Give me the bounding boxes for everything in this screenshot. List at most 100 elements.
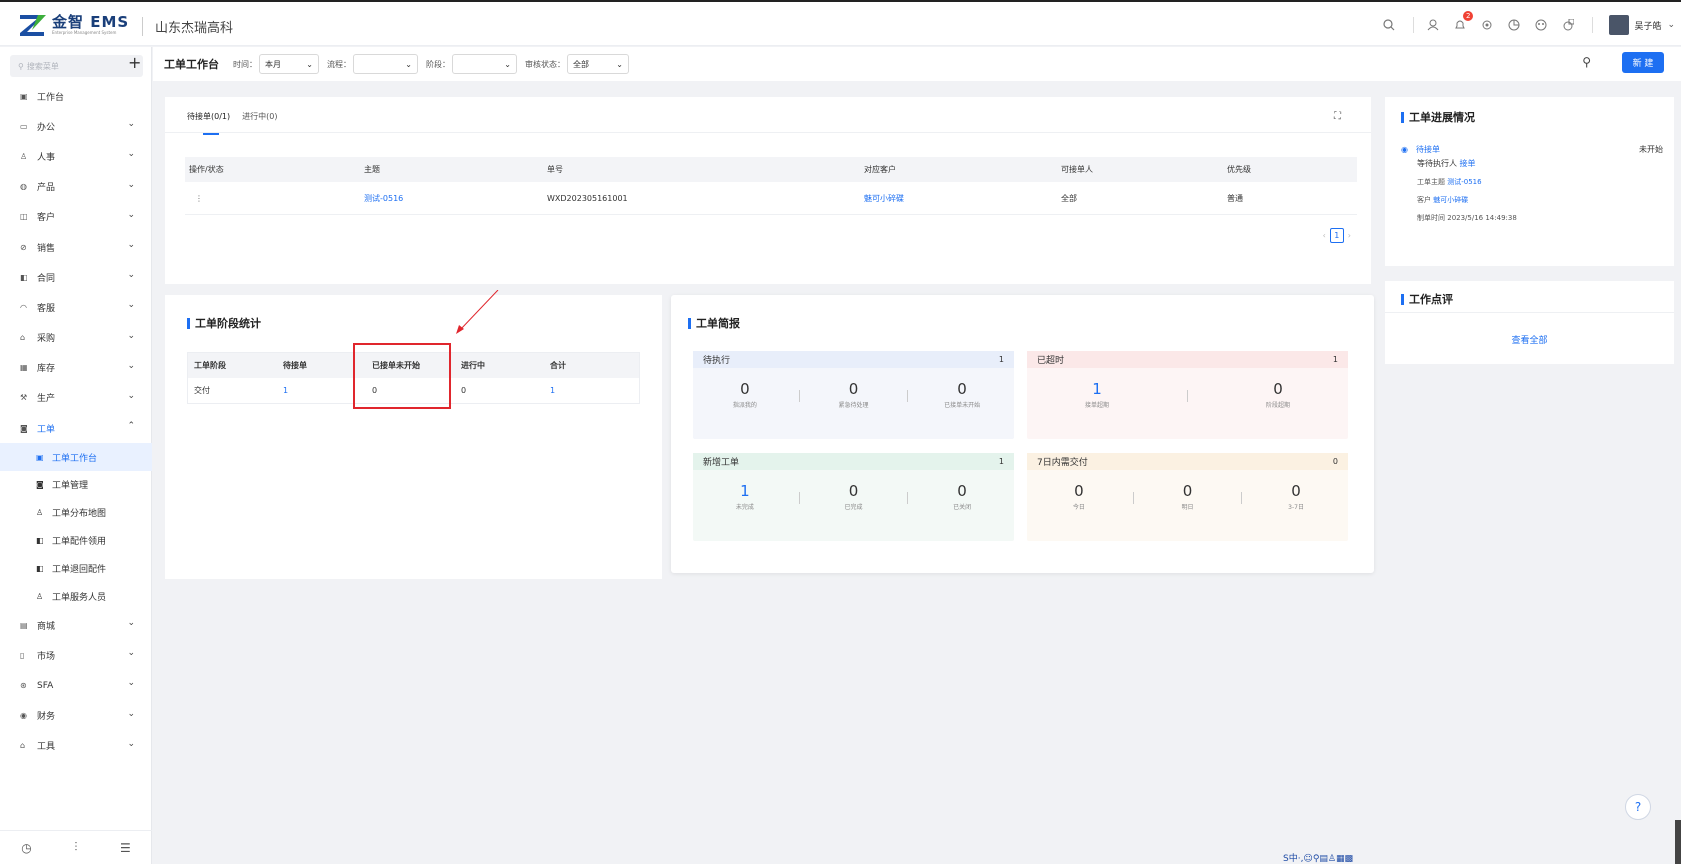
menu-label: 人事 [37, 152, 56, 163]
sidebar-item[interactable]: ◧ 合同 ⌄ [0, 262, 152, 292]
sidebar-item[interactable]: ⊛ SFA ⌄ [0, 670, 152, 700]
brief-kpi[interactable]: 0 阶段超期 [1228, 380, 1328, 409]
next-page-icon[interactable]: › [1348, 231, 1351, 240]
sidebar-item[interactable]: ◍ 产品 ⌄ [0, 172, 152, 202]
page-number[interactable]: 1 [1329, 228, 1344, 243]
created-time: 2023/5/16 14:49:38 [1447, 214, 1517, 222]
contacts-icon[interactable] [1425, 17, 1441, 33]
sidebar-item[interactable]: ◉ 财务 ⌄ [0, 701, 152, 731]
brief-kpi[interactable]: 0 已接单未开始 [912, 380, 1012, 409]
gear-icon[interactable] [1479, 17, 1495, 33]
subject-link[interactable]: 测试-0516 [1447, 178, 1481, 186]
chart-icon[interactable] [1506, 17, 1522, 33]
tab-pending[interactable]: 待接单(0/1) [187, 97, 230, 135]
sidebar-item[interactable]: ⌂ 采购 ⌄ [0, 323, 152, 353]
chevron-down-icon[interactable]: ⌄ [1667, 20, 1675, 30]
view-all-link[interactable]: 查看全部 [1385, 333, 1674, 346]
chevron-down-icon: ⌄ [127, 648, 135, 659]
customer-link[interactable]: 魅可小碎碟 [1433, 196, 1468, 204]
add-icon[interactable]: + [128, 53, 141, 72]
order-subject-link[interactable]: 测试-0516 [364, 193, 547, 204]
brief-kpi[interactable]: 0 3-7日 [1246, 482, 1346, 511]
menu-label: 工单服务人员 [52, 592, 107, 603]
palette-icon[interactable] [1533, 17, 1549, 33]
sidebar-item[interactable]: ◙ 工单 ⌃ [0, 413, 152, 443]
fullscreen-icon[interactable]: ⛶ [1334, 111, 1341, 122]
order-priority: 普通 [1227, 193, 1243, 203]
created-label: 制单时间 [1417, 214, 1445, 222]
brief-kpi[interactable]: 0 今日 [1029, 482, 1129, 511]
annotation-arrow-icon [456, 290, 499, 334]
brief-title: 工单简报 [688, 315, 740, 331]
search-icon[interactable]: ⚲ [1582, 55, 1591, 69]
menu-search-input[interactable]: ⚲ 搜索菜单 [10, 55, 143, 77]
tab-in-progress[interactable]: 进行中(0) [242, 97, 277, 132]
sidebar-item[interactable]: ◠ 客服 ⌄ [0, 292, 152, 322]
menu-label: 销售 [37, 243, 56, 254]
total-count-link[interactable]: 1 [544, 386, 633, 395]
prev-page-icon[interactable]: ‹ [1323, 231, 1326, 240]
sidebar-subitem[interactable]: ◧ 工单配件领用 [0, 527, 152, 555]
sidebar-subitem[interactable]: ◙ 工单管理 [0, 471, 152, 499]
history-icon[interactable]: ◷ [21, 841, 31, 855]
brief-kpi[interactable]: 0 已关闭 [912, 482, 1012, 511]
kpi-value: 0 [848, 482, 859, 500]
sidebar-subitem[interactable]: ♙ 工单服务人员 [0, 582, 152, 610]
brief-kpi[interactable]: 1 接单超期 [1047, 380, 1147, 409]
waiting-value[interactable]: 接单 [1460, 159, 1476, 168]
sidebar-item[interactable]: ▤ 商城 ⌄ [0, 610, 152, 640]
sidebar-item[interactable]: ◫ 客户 ⌄ [0, 202, 152, 232]
ime-toolbar[interactable]: S中·,☺⚲▤♙▦▩ [1283, 851, 1353, 864]
chevron-down-icon: ⌄ [616, 59, 623, 69]
sidebar-item[interactable]: ▣ 工作台 [0, 81, 152, 111]
menu-icon: ▭ [20, 121, 28, 131]
sidebar-item[interactable]: ⊘ 销售 ⌄ [0, 232, 152, 262]
brief-kpi[interactable]: 0 已完成 [803, 482, 903, 511]
sidebar-item[interactable]: ▭ 办公 ⌄ [0, 111, 152, 141]
sidebar-subitem[interactable]: ▣ 工单工作台 [0, 443, 152, 472]
collapse-menu-icon[interactable]: ☰ [120, 841, 131, 855]
chevron-down-icon: ⌄ [127, 270, 135, 281]
search-icon[interactable] [1381, 17, 1397, 33]
sidebar-item[interactable]: ⌂ 工具 ⌄ [0, 731, 152, 761]
sitemap-icon[interactable]: ⫶ [74, 840, 77, 855]
menu-label: 工单工作台 [52, 453, 98, 464]
user-name[interactable]: 吴子皓 [1634, 19, 1661, 32]
audit-select[interactable]: 全部 ⌄ [567, 54, 629, 74]
sidebar-item[interactable]: ♙ 人事 ⌄ [0, 141, 152, 171]
brief-card: 已超时 1 1 接单超期 0 阶段超期 [1027, 351, 1348, 439]
sidebar-subitem[interactable]: ◧ 工单退回配件 [0, 554, 152, 582]
order-customer-link[interactable]: 魅可小碎碟 [864, 193, 1061, 204]
sidebar-subitem[interactable]: ♙ 工单分布地图 [0, 499, 152, 527]
process-select[interactable]: ⌄ [353, 54, 418, 74]
brief-card-title: 已超时 [1037, 356, 1065, 366]
time-select[interactable]: 本月 ⌄ [259, 54, 319, 74]
menu-label: 工单 [37, 424, 56, 435]
avatar[interactable] [1609, 15, 1630, 35]
bell-icon[interactable]: 2 [1452, 11, 1474, 33]
brief-card-count: 0 [1332, 457, 1338, 466]
brief-kpi[interactable]: 1 未完成 [695, 482, 795, 511]
more-actions-icon[interactable]: ⋮ [185, 194, 364, 203]
plugin-icon[interactable] [1560, 17, 1576, 33]
brief-card: 新增工单 1 1 未完成 0 已完成 0 已关闭 [693, 453, 1014, 541]
new-button[interactable]: 新 建 [1622, 52, 1664, 73]
brief-kpi[interactable]: 0 紧急待处理 [803, 380, 903, 409]
sidebar-item[interactable]: ⚒ 生产 ⌄ [0, 383, 152, 413]
progress-item-title[interactable]: 待接单 [1416, 145, 1440, 154]
logo[interactable]: 金智 EMS Enterprise Management System [18, 12, 129, 38]
stage-select[interactable]: ⌄ [452, 54, 517, 74]
divider [1592, 17, 1594, 33]
sidebar-item[interactable]: ▯ 市场 ⌄ [0, 640, 152, 670]
brief-kpi[interactable]: 0 明日 [1137, 482, 1237, 511]
brief-kpi[interactable]: 0 指派我的 [695, 380, 795, 409]
menu-icon: ▤ [20, 620, 28, 630]
sidebar-item[interactable]: ▦ 库存 ⌄ [0, 353, 152, 383]
menu-label: 合同 [37, 273, 56, 284]
help-button[interactable]: ? [1625, 794, 1651, 820]
menu-icon: ⚒ [20, 393, 28, 403]
kpi-label: 已关闭 [953, 504, 972, 511]
scrollbar[interactable] [1675, 820, 1681, 864]
menu-icon: ⌂ [20, 333, 26, 343]
table-row[interactable]: ⋮ 测试-0516 WXD202305161001 魅可小碎碟 全部 普通 [185, 182, 1357, 215]
